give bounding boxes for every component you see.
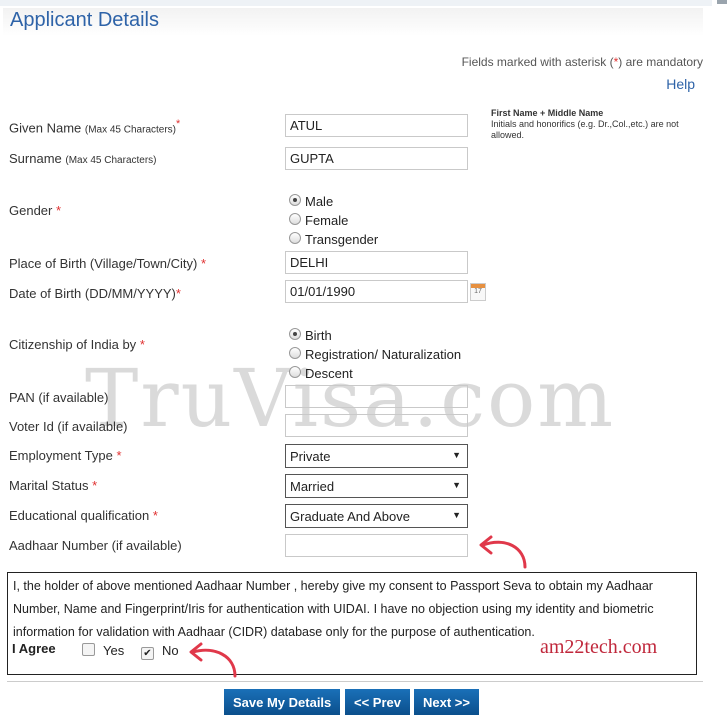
- required-marker: *: [175, 286, 181, 301]
- aadhaar-consent-box: I, the holder of above mentioned Aadhaar…: [7, 572, 697, 675]
- dropdown-arrow-icon: ▼: [452, 510, 461, 520]
- gender-radio-transgender[interactable]: Transgender: [289, 232, 378, 247]
- required-marker: *: [139, 337, 145, 352]
- required-marker: *: [92, 478, 98, 493]
- radio-label: Male: [305, 194, 334, 209]
- radio-label: Birth: [305, 328, 332, 343]
- required-marker: *: [116, 448, 122, 463]
- dropdown-arrow-icon: ▼: [452, 450, 461, 460]
- annotation-arrow-icon: [479, 535, 527, 569]
- required-marker: *: [200, 256, 207, 271]
- consent-yes-checkbox[interactable]: Yes: [82, 643, 124, 658]
- education-label-text: Educational qualification: [9, 508, 150, 523]
- select-value: Married: [290, 479, 335, 494]
- divider: [7, 681, 703, 682]
- surname-label: Surname (Max 45 Characters): [9, 151, 157, 166]
- next-button[interactable]: Next >>: [414, 689, 479, 715]
- required-marker: *: [176, 118, 181, 130]
- gender-label: Gender *: [9, 203, 61, 218]
- am22tech-watermark: am22tech.com: [540, 636, 658, 658]
- given-name-label-text: Given Name: [9, 120, 82, 136]
- checkbox-checked[interactable]: ✔: [141, 647, 154, 660]
- checkbox-label: No: [162, 643, 179, 658]
- surname-label-text: Surname: [9, 151, 62, 166]
- radio-button[interactable]: [289, 366, 301, 378]
- radio-button-checked[interactable]: [289, 194, 301, 206]
- surname-note: (Max 45 Characters): [65, 155, 157, 166]
- marital-status-select[interactable]: Married ▼: [285, 474, 468, 498]
- citizenship-radio-birth[interactable]: Birth: [289, 328, 332, 343]
- top-bar: [0, 0, 712, 6]
- radio-button-checked[interactable]: [289, 328, 301, 340]
- dob-label: Date of Birth (DD/MM/YYYY)*: [9, 286, 181, 301]
- citizenship-radio-descent[interactable]: Descent: [289, 366, 353, 381]
- place-of-birth-input[interactable]: [285, 251, 468, 274]
- radio-label: Female: [305, 213, 349, 228]
- select-value: Graduate And Above: [290, 509, 410, 524]
- place-of-birth-label-text: Place of Birth (Village/Town/City): [9, 256, 198, 271]
- calendar-day: 17: [474, 288, 482, 295]
- citizenship-label: Citizenship of India by *: [9, 337, 145, 352]
- given-name-input[interactable]: [285, 114, 468, 137]
- dob-input[interactable]: [285, 280, 468, 303]
- checkbox-unchecked[interactable]: [82, 643, 95, 656]
- radio-label: Transgender: [305, 232, 379, 247]
- scroll-indicator: [717, 0, 727, 4]
- page-title: Applicant Details: [10, 9, 159, 31]
- consent-no-checkbox[interactable]: ✔ No: [141, 643, 179, 660]
- radio-button[interactable]: [289, 347, 301, 359]
- checkbox-label: Yes: [103, 643, 125, 658]
- radio-button[interactable]: [289, 213, 301, 225]
- employment-type-select[interactable]: Private ▼: [285, 444, 468, 468]
- radio-label: Registration/ Naturalization: [305, 347, 462, 362]
- marital-status-label-text: Marital Status: [9, 478, 89, 493]
- consent-text: I, the holder of above mentioned Aadhaar…: [13, 579, 654, 639]
- select-value: Private: [290, 449, 331, 464]
- citizenship-label-text: Citizenship of India by: [9, 337, 137, 352]
- aadhaar-input[interactable]: [285, 534, 468, 557]
- gender-radio-male[interactable]: Male: [289, 194, 333, 209]
- dropdown-arrow-icon: ▼: [452, 480, 461, 490]
- education-select[interactable]: Graduate And Above ▼: [285, 504, 468, 528]
- mandatory-note: Fields marked with asterisk (*) are mand…: [462, 55, 703, 69]
- radio-label: Descent: [305, 366, 353, 381]
- gender-label-text: Gender: [9, 203, 53, 218]
- voter-id-input[interactable]: [285, 414, 468, 437]
- required-marker: *: [152, 508, 158, 523]
- pan-label: PAN (if available): [9, 390, 109, 405]
- aadhaar-label: Aadhaar Number (if available): [9, 538, 182, 553]
- gender-radio-female[interactable]: Female: [289, 213, 348, 228]
- required-marker: *: [56, 203, 62, 218]
- name-hint-title: First Name + Middle Name: [491, 108, 604, 118]
- given-name-label: Given Name (Max 45 Characters)*: [9, 118, 180, 135]
- name-hint-text: Initials and honorifics (e.g. Dr.,Col.,e…: [491, 119, 679, 140]
- place-of-birth-label: Place of Birth (Village/Town/City) *: [9, 256, 206, 271]
- given-name-note: (Max 45 Characters): [84, 124, 177, 136]
- employment-type-label: Employment Type *: [9, 448, 122, 463]
- calendar-icon[interactable]: 17: [470, 283, 486, 301]
- marital-status-label: Marital Status *: [9, 478, 97, 493]
- prev-button[interactable]: << Prev: [345, 689, 410, 715]
- help-link[interactable]: Help: [666, 76, 695, 92]
- name-hint: First Name + Middle Name Initials and hon…: [491, 108, 701, 141]
- radio-button[interactable]: [289, 232, 301, 244]
- i-agree-label: I Agree: [12, 641, 56, 656]
- mandatory-note-suffix: ) are mandatory: [618, 55, 703, 69]
- mandatory-note-prefix: Fields marked with asterisk (: [461, 55, 614, 69]
- citizenship-radio-registration[interactable]: Registration/ Naturalization: [289, 347, 461, 362]
- dob-label-text: Date of Birth (DD/MM/YYYY): [9, 286, 176, 301]
- employment-type-label-text: Employment Type: [9, 448, 113, 463]
- education-label: Educational qualification *: [9, 508, 158, 523]
- voter-id-label: Voter Id (if available): [9, 419, 128, 434]
- pan-input[interactable]: [285, 385, 468, 408]
- surname-input[interactable]: [285, 147, 468, 170]
- save-my-details-button[interactable]: Save My Details: [224, 689, 341, 715]
